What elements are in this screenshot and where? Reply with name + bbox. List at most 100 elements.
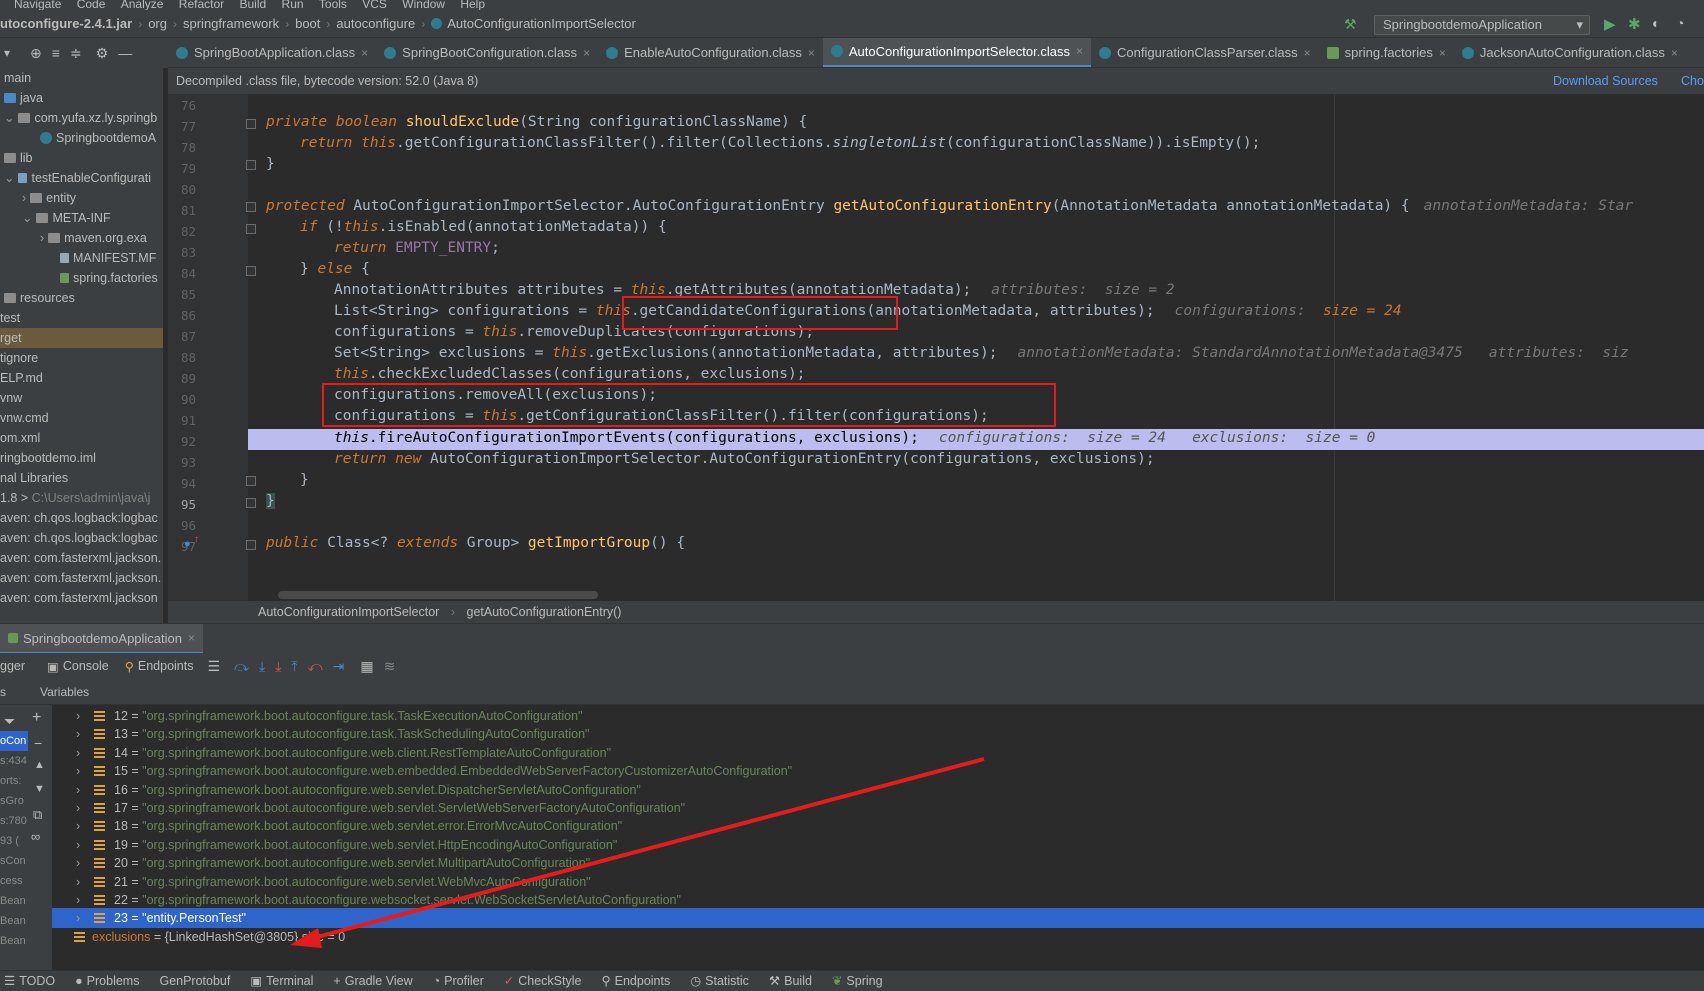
tool-endpoints[interactable]: Endpoints xyxy=(615,971,671,991)
variable-row[interactable]: › 13 = "org.springframework.boot.autoconf… xyxy=(52,724,1704,744)
step-over-icon[interactable]: ⤼ xyxy=(234,658,249,675)
fold-marker[interactable] xyxy=(246,119,256,129)
tool-terminal[interactable]: Terminal xyxy=(266,971,313,991)
frame-item[interactable]: oCon xyxy=(0,731,28,751)
menu-navigate[interactable]: Navigate xyxy=(14,0,61,10)
menu-help[interactable]: Help xyxy=(460,0,485,10)
tree-node[interactable]: resources xyxy=(0,288,163,308)
close-icon[interactable]: × xyxy=(808,46,815,60)
tool-spring[interactable]: Spring xyxy=(846,971,882,991)
step-into-icon[interactable]: ⤓ xyxy=(259,658,265,675)
run-to-cursor-icon[interactable]: ⇥ xyxy=(333,658,345,675)
run-icon[interactable]: ▶ xyxy=(1604,15,1616,33)
variable-row[interactable]: › 18 = "org.springframework.boot.autoconf… xyxy=(52,816,1704,836)
breadcrumb-class[interactable]: AutoConfigurationImportSelector xyxy=(447,16,636,31)
line-number[interactable]: 90 xyxy=(168,390,196,410)
tree-node[interactable]: vnw.cmd xyxy=(0,408,163,428)
step-out-icon[interactable]: ⤒ xyxy=(291,658,297,675)
tree-node[interactable]: aven: com.fasterxml.jackson. xyxy=(0,568,163,588)
chevron-right-icon[interactable]: › xyxy=(76,706,80,726)
tree-node[interactable]: ⌄ testEnableConfigurati xyxy=(0,168,163,188)
tree-node[interactable]: aven: ch.qos.logback:logbac xyxy=(0,528,163,548)
tool-gradle-view[interactable]: Gradle View xyxy=(345,971,413,991)
minimize-icon[interactable]: — xyxy=(118,45,132,61)
tree-node[interactable]: spring.factories xyxy=(0,268,163,288)
menu-run[interactable]: Run xyxy=(282,0,304,10)
tree-node[interactable]: nal Libraries xyxy=(0,468,163,488)
remove-watch-icon[interactable]: − xyxy=(34,735,42,751)
tree-node[interactable]: SpringbootdemoA xyxy=(0,128,163,148)
frame-item[interactable]: Bean xyxy=(0,931,28,951)
fold-marker[interactable] xyxy=(246,540,256,550)
breadcrumb-springframework[interactable]: springframework xyxy=(183,16,279,31)
frame-item[interactable]: orts: xyxy=(0,771,28,791)
line-number[interactable]: 93 xyxy=(168,453,196,473)
variable-row[interactable]: › 12 = "org.springframework.boot.autoconf… xyxy=(52,706,1704,726)
filter-icon[interactable]: ⏷ xyxy=(4,713,15,730)
chevron-right-icon[interactable]: › xyxy=(76,853,80,873)
line-number[interactable]: 76 xyxy=(168,96,196,116)
menu-tools[interactable]: Tools xyxy=(319,0,347,10)
editor-breadcrumb-method[interactable]: getAutoConfigurationEntry() xyxy=(467,605,622,619)
gear-icon[interactable]: ⚙ xyxy=(96,45,109,62)
tree-node[interactable]: aven: com.fasterxml.jackson. xyxy=(0,548,163,568)
chevron-right-icon[interactable]: › xyxy=(76,780,80,800)
line-number[interactable]: 89 xyxy=(168,369,196,389)
chevron-right-icon[interactable]: › xyxy=(76,890,80,910)
override-marker-icon[interactable]: ● xyxy=(184,538,191,550)
run-config-select[interactable]: SpringbootdemoApplication ▾ xyxy=(1374,15,1590,35)
tree-node[interactable]: aven: com.fasterxml.jackson xyxy=(0,588,163,608)
tree-node[interactable]: 1.8 > C:\Users\admin\java\j xyxy=(0,488,163,508)
tab-jacksonautoconfiguration[interactable]: JacksonAutoConfiguration.class × xyxy=(1454,38,1686,67)
profile-icon[interactable]: ◔ xyxy=(1676,15,1684,31)
line-number[interactable]: 92 xyxy=(168,432,196,452)
frame-item[interactable]: sGro xyxy=(0,791,28,811)
chevron-right-icon[interactable]: › xyxy=(76,798,80,818)
chevron-right-icon[interactable]: › xyxy=(76,724,80,744)
choose-sources-link[interactable]: Cho xyxy=(1681,68,1704,94)
drop-frame-icon[interactable]: ⤺ xyxy=(308,658,323,675)
tree-node[interactable]: › maven.org.exa xyxy=(0,228,163,248)
tree-node[interactable]: tignore xyxy=(0,348,163,368)
menu-vcs[interactable]: VCS xyxy=(362,0,387,10)
tool-profiler[interactable]: Profiler xyxy=(444,971,484,991)
breadcrumb-org[interactable]: org xyxy=(148,16,167,31)
frame-item[interactable]: s:434 xyxy=(0,751,28,771)
variable-row[interactable]: › 20 = "org.springframework.boot.autoconf… xyxy=(52,853,1704,873)
tree-node[interactable]: main xyxy=(0,68,163,88)
line-number[interactable]: 95 xyxy=(168,495,196,515)
menu-refactor[interactable]: Refactor xyxy=(179,0,224,10)
debug-icon[interactable]: ✱ xyxy=(1628,15,1641,33)
line-number[interactable]: 84 xyxy=(168,264,196,284)
tab-enableautoconfiguration[interactable]: EnableAutoConfiguration.class × xyxy=(598,38,823,67)
frame-item[interactable]: Bean xyxy=(0,911,28,931)
tree-node[interactable]: ringbootdemo.iml xyxy=(0,448,163,468)
copy-icon[interactable]: ⧉ xyxy=(33,807,42,823)
line-number[interactable]: 87 xyxy=(168,327,196,347)
line-number[interactable]: 80 xyxy=(168,180,196,200)
chevron-down-icon[interactable]: ▾ xyxy=(4,46,10,60)
tree-node[interactable]: ⌄ com.yufa.xz.ly.springb xyxy=(0,108,163,128)
frame-item[interactable]: sCon xyxy=(0,851,28,871)
expand-all-icon[interactable]: ≡ xyxy=(52,45,60,61)
evaluate-icon[interactable]: ▦ xyxy=(360,658,373,675)
tab-autoconfigurationimportselector[interactable]: AutoConfigurationImportSelector.class × xyxy=(822,38,1092,67)
close-icon[interactable]: × xyxy=(1076,44,1083,58)
tool-build[interactable]: Build xyxy=(784,971,812,991)
chevron-right-icon[interactable]: › xyxy=(76,816,80,836)
variable-row[interactable]: › 14 = "org.springframework.boot.autoconf… xyxy=(52,743,1704,763)
variable-row[interactable]: › 21 = "org.springframework.boot.autoconf… xyxy=(52,872,1704,892)
line-number[interactable]: 97 xyxy=(168,537,196,557)
tree-node[interactable]: ELP.md xyxy=(0,368,163,388)
tab-springbootapplication[interactable]: SpringBootApplication.class × xyxy=(168,38,376,67)
chevron-right-icon[interactable]: › xyxy=(76,908,80,928)
frame-item[interactable]: 93 ( xyxy=(0,831,28,851)
frame-item[interactable]: s:780 xyxy=(0,811,28,831)
threads-icon[interactable]: ☰ xyxy=(207,658,220,675)
horizontal-scrollbar[interactable] xyxy=(278,591,598,599)
line-number[interactable]: 96 xyxy=(168,516,196,536)
tool-genprotobuf[interactable]: GenProtobuf xyxy=(159,971,230,991)
tab-endpoints[interactable]: Endpoints xyxy=(138,659,194,673)
tree-node[interactable]: rget xyxy=(0,328,163,348)
chevron-right-icon[interactable]: › xyxy=(76,761,80,781)
